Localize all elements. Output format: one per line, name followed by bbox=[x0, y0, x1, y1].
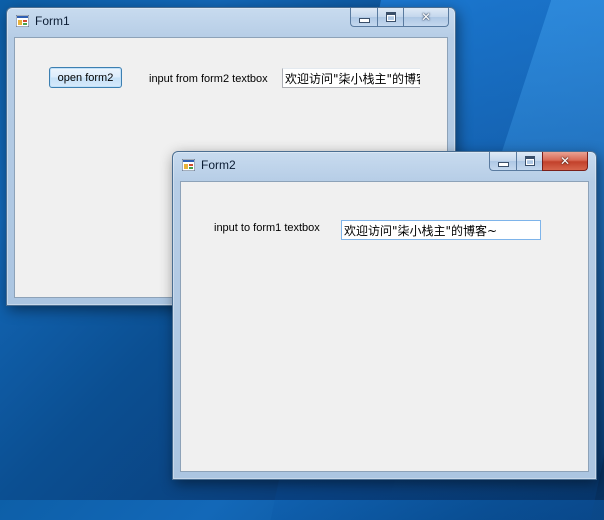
form2-minimize-button[interactable] bbox=[489, 152, 516, 171]
form1-caption-buttons: ✕ bbox=[350, 8, 449, 27]
maximize-icon bbox=[385, 12, 396, 22]
form1-titlebar[interactable]: Form1 ✕ bbox=[7, 8, 455, 35]
form2-input-label: input to form1 textbox bbox=[214, 222, 320, 234]
form2-textbox[interactable]: 欢迎访问"柒小栈主"的博客~ bbox=[341, 220, 541, 240]
form1-minimize-button[interactable] bbox=[350, 8, 377, 27]
close-icon: ✕ bbox=[559, 154, 571, 168]
maximize-icon bbox=[524, 156, 535, 166]
form1-close-button[interactable]: ✕ bbox=[403, 8, 449, 27]
form2-close-button[interactable]: ✕ bbox=[542, 152, 588, 171]
open-form2-button[interactable]: open form2 bbox=[49, 67, 122, 88]
form2-title: Form2 bbox=[201, 158, 236, 172]
minimize-icon bbox=[358, 17, 370, 23]
form1-maximize-button[interactable] bbox=[377, 8, 403, 27]
form1-textbox[interactable]: 欢迎访问"柒小栈主"的博客 bbox=[282, 68, 420, 88]
close-icon: ✕ bbox=[420, 10, 432, 24]
form2-maximize-button[interactable] bbox=[516, 152, 542, 171]
form2-caption-buttons: ✕ bbox=[489, 152, 588, 171]
winforms-app-icon bbox=[16, 15, 29, 27]
form2-titlebar[interactable]: Form2 ✕ bbox=[173, 152, 596, 179]
form1-title: Form1 bbox=[35, 14, 70, 28]
form2-client-area: input to form1 textbox 欢迎访问"柒小栈主"的博客~ bbox=[180, 181, 589, 472]
form2-window[interactable]: Form2 ✕ input to form1 textbox 欢迎访问"柒小栈主… bbox=[172, 151, 597, 480]
form1-input-label: input from form2 textbox bbox=[149, 73, 268, 85]
minimize-icon bbox=[497, 161, 509, 167]
winforms-app-icon bbox=[182, 159, 195, 171]
